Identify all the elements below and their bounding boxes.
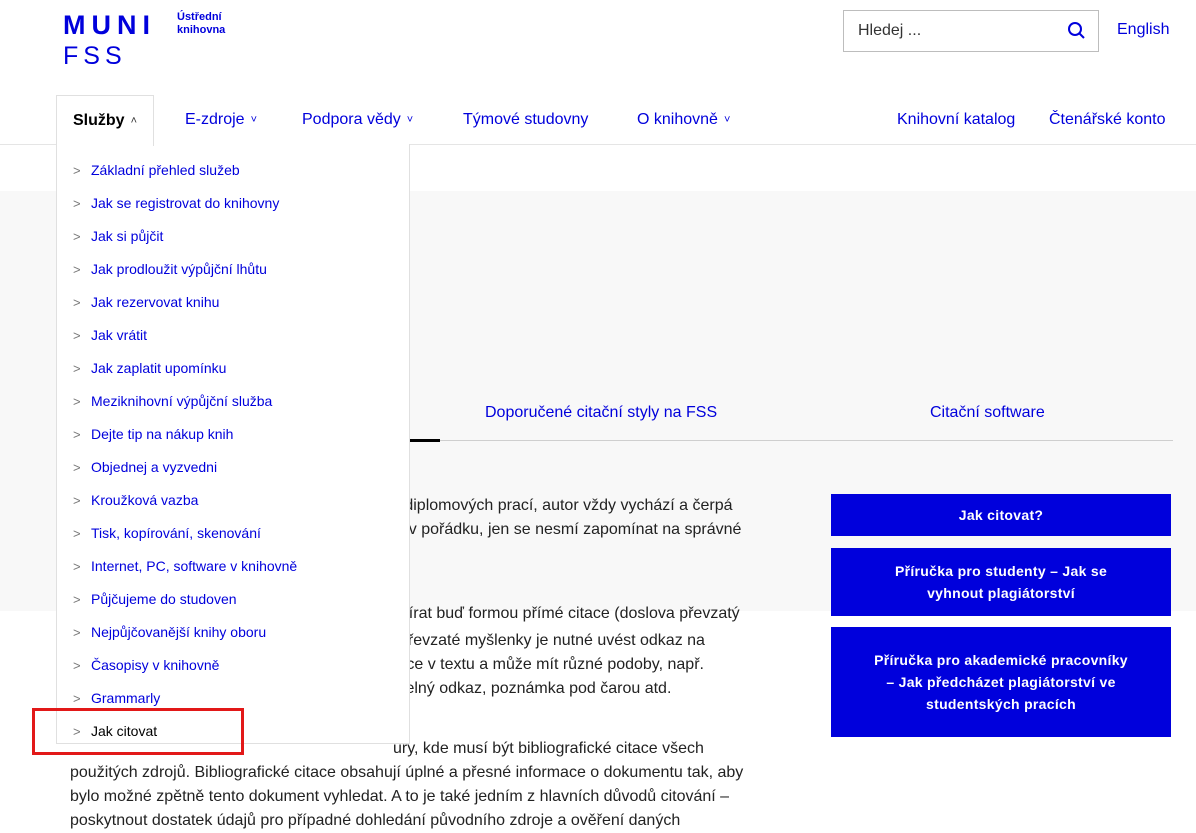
dropdown-item-label: Internet, PC, software v knihovně <box>91 558 298 574</box>
dropdown-item[interactable]: > Jak se registrovat do knihovny <box>73 195 279 215</box>
nav-item-o-knihovne[interactable]: O knihovně ˅ <box>637 95 730 145</box>
dropdown-item-label: Jak rezervovat knihu <box>91 294 220 310</box>
dropdown-item[interactable]: > Tisk, kopírování, skenování <box>73 525 261 545</box>
prirucka-studenti-button[interactable]: Příručka pro studenty – Jak se vyhnout p… <box>831 548 1171 616</box>
paragraph-line: bylo možné zpětně tento dokument vyhleda… <box>70 788 730 805</box>
paragraph-line: ebírat buď formou přímé citace (doslova … <box>391 605 740 622</box>
paragraph-line: to v pořádku, jen se nesmí zapomínat na … <box>391 521 742 538</box>
dropdown-item-label: Jak prodloužit výpůjční lhůtu <box>91 261 267 277</box>
dropdown-item[interactable]: > Jak rezervovat knihu <box>73 294 219 314</box>
dropdown-item[interactable]: > Kroužková vazba <box>73 492 198 512</box>
nav-item-tymove-studovny[interactable]: Týmové studovny <box>463 95 588 145</box>
paragraph-line: a diplomových prací, autor vždy vychází … <box>391 497 733 514</box>
dropdown-item-label: Tisk, kopírování, skenování <box>91 525 261 541</box>
dropdown-item-label: Grammarly <box>91 690 161 706</box>
chevron-down-icon: ˅ <box>250 114 258 126</box>
paragraph-line: ury, kde musí být bibliografické citace … <box>393 740 704 757</box>
dropdown-item[interactable]: > Časopisy v knihovně <box>73 657 219 677</box>
nav-item-label: O knihovně <box>637 111 718 128</box>
chevron-right-icon: > <box>73 625 81 640</box>
paragraph-line: poskytnout dostatek údajů pro případné d… <box>70 812 681 829</box>
chevron-right-icon: > <box>73 559 81 574</box>
chevron-right-icon: > <box>73 460 81 475</box>
dropdown-item-label: Kroužková vazba <box>91 492 199 508</box>
sluzby-dropdown-menu: > Základní přehled služeb > Jak se registr… <box>56 144 410 744</box>
chevron-right-icon: > <box>73 658 81 673</box>
tab-citacni-styly[interactable]: Doporučené citační styly na FSS <box>485 404 717 422</box>
dropdown-item[interactable]: > Grammarly <box>73 690 160 710</box>
nav-item-label: Služby <box>73 112 125 129</box>
dropdown-item-label: Dejte tip na nákup knih <box>91 426 234 442</box>
chevron-right-icon: > <box>73 361 81 376</box>
paragraph-line: použitých zdrojů. Bibliografické citace … <box>70 764 744 781</box>
chevron-right-icon: > <box>73 427 81 442</box>
search-input[interactable] <box>844 11 1068 51</box>
dropdown-item[interactable]: > Objednej a vyzvedni <box>73 459 217 479</box>
paragraph-line: tace v textu a může mít různé podoby, na… <box>393 656 704 673</box>
chevron-right-icon: > <box>73 691 81 706</box>
dropdown-item[interactable]: > Jak si půjčit <box>73 228 163 248</box>
nav-link-ctenarske-konto[interactable]: Čtenářské konto <box>1049 95 1166 145</box>
dropdown-item[interactable]: > Internet, PC, software v knihovně <box>73 558 297 578</box>
muni-fss-logo[interactable]: MUNI FSS Ústřední knihovna <box>63 10 263 72</box>
prirucka-akademici-button[interactable]: Příručka pro akademické pracovníky – Jak… <box>831 627 1171 737</box>
chevron-right-icon: > <box>73 394 81 409</box>
chevron-right-icon: > <box>73 295 81 310</box>
dropdown-item-label: Jak zaplatit upomínku <box>91 360 227 376</box>
search-icon[interactable] <box>1066 20 1088 42</box>
dropdown-item-label: Meziknihovní výpůjční služba <box>91 393 273 409</box>
dropdown-item[interactable]: > Základní přehled služeb <box>73 162 240 182</box>
chevron-right-icon: > <box>73 163 81 178</box>
chevron-right-icon: > <box>73 328 81 343</box>
logo-line-2: knihovna <box>177 24 226 36</box>
dropdown-item[interactable]: > Půjčujeme do studoven <box>73 591 237 611</box>
nav-item-e-zdroje[interactable]: E-zdroje ˅ <box>185 95 257 145</box>
nav-link-katalog[interactable]: Knihovní katalog <box>897 95 1015 145</box>
tab-active-indicator <box>408 439 440 442</box>
logo-muni-text: MUNI <box>63 10 156 40</box>
dropdown-item-label: Jak vrátit <box>91 327 148 343</box>
logo-line-1: Ústřední <box>177 11 222 23</box>
paragraph-line: íselný odkaz, poznámka pod čarou atd. <box>393 680 672 697</box>
tab-citacni-software[interactable]: Citační software <box>930 404 1045 422</box>
chevron-right-icon: > <box>73 262 81 277</box>
dropdown-item[interactable]: > Dejte tip na nákup knih <box>73 426 233 446</box>
chevron-up-icon: ˄ <box>130 115 137 127</box>
dropdown-item-label: Jak se registrovat do knihovny <box>91 195 280 211</box>
dropdown-item[interactable]: > Meziknihovní výpůjční služba <box>73 393 272 413</box>
dropdown-item[interactable]: > Nejpůjčovanější knihy oboru <box>73 624 266 644</box>
tab-divider <box>408 440 1173 441</box>
dropdown-item-label: Nejpůjčovanější knihy oboru <box>91 624 267 640</box>
nav-item-label: Podpora vědy <box>302 111 401 128</box>
dropdown-item-label: Časopisy v knihovně <box>91 657 220 673</box>
highlight-box <box>32 708 244 755</box>
dropdown-item[interactable]: > Jak prodloužit výpůjční lhůtu <box>73 261 267 281</box>
logo-fss-text: FSS <box>63 42 127 70</box>
chevron-right-icon: > <box>73 229 81 244</box>
dropdown-item-label: Jak si půjčit <box>91 228 164 244</box>
chevron-right-icon: > <box>73 592 81 607</box>
dropdown-item[interactable]: > Jak vrátit <box>73 327 147 347</box>
chevron-down-icon: ˅ <box>406 114 414 126</box>
chevron-down-icon: ˅ <box>723 114 731 126</box>
paragraph-line: převzaté myšlenky je nutné uvést odkaz n… <box>399 632 705 649</box>
language-switch-link[interactable]: English <box>1117 21 1169 39</box>
nav-item-sluzby[interactable]: Služby ˄ <box>56 95 154 146</box>
jak-citovat-button[interactable]: Jak citovat? <box>831 494 1171 536</box>
chevron-right-icon: > <box>73 196 81 211</box>
chevron-right-icon: > <box>73 493 81 508</box>
nav-item-label: E-zdroje <box>185 111 245 128</box>
nav-item-podpora-vedy[interactable]: Podpora vědy ˅ <box>302 95 413 145</box>
dropdown-item[interactable]: > Jak zaplatit upomínku <box>73 360 226 380</box>
search-box <box>843 10 1099 52</box>
logo-library-name: Ústřední knihovna <box>177 11 267 37</box>
nav-item-label: Týmové studovny <box>463 111 589 128</box>
dropdown-item-label: Objednej a vyzvedni <box>91 459 218 475</box>
chevron-right-icon: > <box>73 526 81 541</box>
main-nav: Služby ˄ E-zdroje ˅ Podpora vědy ˅ Týmové s… <box>0 95 1196 146</box>
dropdown-item-label: Půjčujeme do studoven <box>91 591 237 607</box>
dropdown-item-label: Základní přehled služeb <box>91 162 240 178</box>
